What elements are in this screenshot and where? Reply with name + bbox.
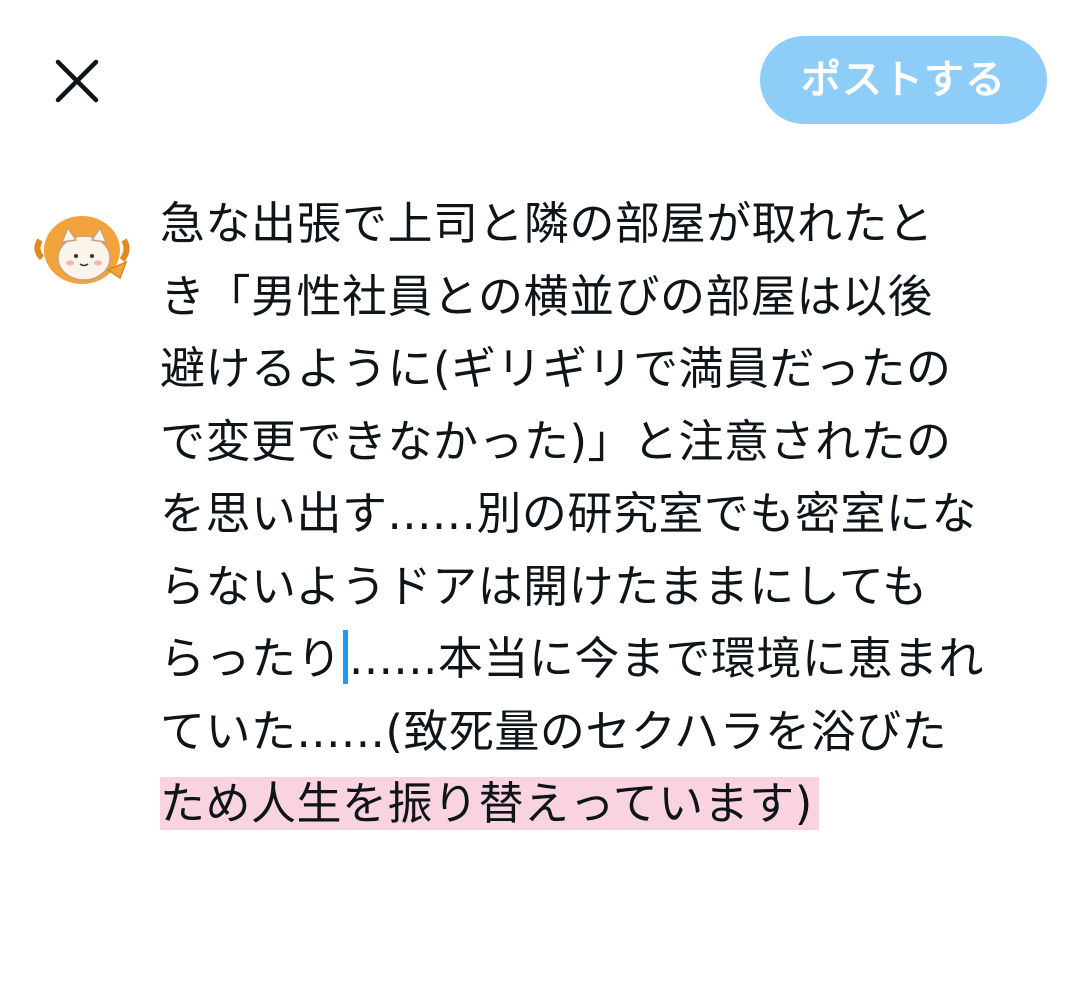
text-line: 避けるように(ギリギリで満員だったの	[160, 342, 952, 395]
close-icon	[55, 59, 99, 103]
text-line: 急な出張で上司と隣の部屋が取れたと	[160, 197, 934, 250]
close-button[interactable]	[50, 54, 104, 108]
text-after-caret: ......本当に今まで環境に恵まれ	[349, 632, 984, 685]
text-line: らったり ......本当に今まで環境に恵まれ	[160, 623, 1040, 696]
text-line: を思い出す......別の研究室でも密室にな	[160, 487, 977, 540]
post-button[interactable]: ポストする	[760, 36, 1047, 124]
text-caret	[343, 630, 349, 684]
text-line: で変更できなかった)」と注意されたの	[160, 414, 952, 468]
avatar	[32, 210, 132, 290]
text-line: き「男性社員との横並びの部屋は以後	[160, 269, 934, 323]
text-line: ていた......(致死量のセクハラを浴びた	[160, 704, 948, 758]
text-line: ため人生を振り替えっています)	[160, 768, 1040, 841]
compose-textarea[interactable]: 急な出張で上司と隣の部屋が取れたと き「男性社員との横並びの部屋は以後 避けるよ…	[160, 188, 1040, 841]
text-line: らないようドアは開けたままにしても	[160, 559, 928, 613]
overflow-text: ため人生を振り替えっています)	[160, 777, 819, 830]
cat-avatar-icon	[34, 216, 130, 284]
text-before-caret: らったり	[160, 632, 343, 685]
